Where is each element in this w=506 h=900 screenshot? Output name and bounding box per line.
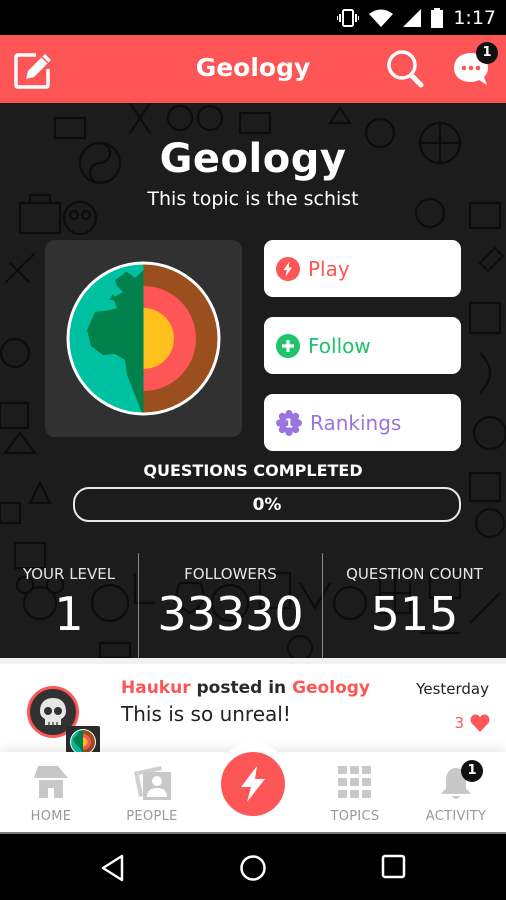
vibrate-icon [337, 9, 360, 27]
questions-completed-label: QUESTIONS COMPLETED [143, 461, 363, 480]
nav-home-label: HOME [30, 809, 72, 824]
people-icon [134, 766, 171, 800]
stat-value: 515 [370, 587, 459, 641]
status-bar: 1:17 [0, 0, 506, 35]
lightning-icon [241, 766, 265, 802]
nav-home[interactable]: HOME [1, 752, 101, 832]
like-button[interactable]: 3 [454, 714, 490, 732]
post-topic-link[interactable]: Geology [292, 678, 370, 698]
messages-badge: 1 [476, 42, 498, 64]
rank-badge-number: 1 [285, 416, 293, 430]
stat-value: 1 [54, 587, 84, 641]
clock: 1:17 [453, 7, 496, 29]
app-title: Geology [195, 53, 311, 82]
play-fab-button[interactable] [221, 752, 285, 816]
topic-image [45, 240, 242, 437]
nav-topics[interactable]: TOPICS [305, 752, 405, 832]
nav-activity[interactable]: 1 ACTIVITY [406, 752, 506, 832]
nav-people-label: PEOPLE [126, 809, 178, 824]
home-icon [34, 766, 68, 798]
stat-label: YOUR LEVEL [22, 565, 116, 583]
nav-topics-label: TOPICS [330, 809, 380, 824]
signal-icon [403, 9, 422, 27]
play-button[interactable]: Play [264, 240, 461, 297]
heart-icon [470, 714, 490, 732]
topic-stats: YOUR LEVEL 1 FOLLOWERS 33330 QUESTION CO… [0, 553, 506, 658]
earth-layers-icon [66, 261, 221, 416]
messages-button[interactable]: 1 [452, 42, 498, 90]
topic-subtitle: This topic is the schist [147, 188, 359, 210]
post-body: This is so unreal! [121, 702, 291, 726]
home-circle-icon[interactable] [239, 854, 267, 882]
battery-icon [431, 8, 444, 28]
post-timestamp: Yesterday [416, 680, 489, 698]
recents-icon[interactable] [381, 854, 407, 880]
topic-title: Geology [159, 136, 347, 182]
progress-percent: 0% [252, 495, 282, 515]
post-verb: posted in [190, 678, 293, 698]
nav-activity-label: ACTIVITY [425, 809, 487, 824]
lightning-icon [276, 256, 300, 281]
topic-hero: Geology This topic is the schist Play Fo… [0, 103, 506, 658]
post-author-link[interactable]: Haukur [121, 678, 191, 698]
stat-label: FOLLOWERS [184, 565, 277, 583]
app-bar: Geology 1 [0, 35, 506, 103]
system-navigation-bar [0, 832, 506, 900]
rankings-button[interactable]: 1 Rankings [264, 394, 461, 451]
wifi-icon [369, 9, 394, 27]
stat-value: 33330 [157, 587, 304, 641]
back-icon[interactable] [100, 854, 124, 882]
search-button[interactable] [386, 49, 426, 89]
rankings-label: Rankings [310, 410, 402, 435]
plus-circle-icon [276, 333, 300, 358]
play-label: Play [308, 256, 350, 281]
like-count: 3 [454, 714, 464, 732]
stat-your-level: YOUR LEVEL 1 [0, 553, 138, 658]
search-icon [387, 50, 424, 88]
stat-question-count: QUESTION COUNT 515 [322, 553, 506, 658]
stat-followers: FOLLOWERS 33330 [138, 553, 322, 658]
activity-badge: 1 [461, 760, 483, 782]
stat-label: QUESTION COUNT [346, 565, 483, 583]
post-header: Haukur posted in Geology [121, 678, 370, 698]
nav-people[interactable]: PEOPLE [102, 752, 202, 832]
follow-button[interactable]: Follow [264, 317, 461, 374]
questions-progress-bar: 0% [73, 487, 461, 522]
grid-icon [338, 766, 371, 798]
rank-badge-icon: 1 [276, 409, 302, 436]
follow-label: Follow [308, 333, 371, 358]
